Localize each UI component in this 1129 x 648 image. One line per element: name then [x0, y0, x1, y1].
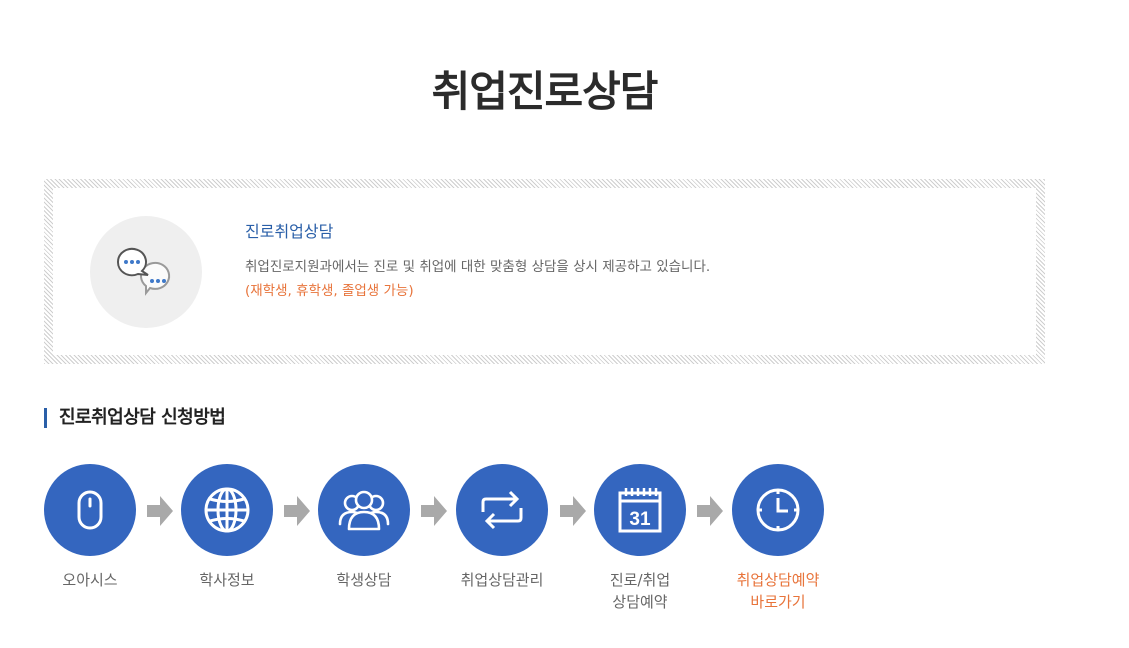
step-circle[interactable] — [44, 464, 136, 556]
page-title: 취업진로상담 — [431, 67, 659, 116]
step-label: 오아시스 — [62, 571, 118, 589]
intro-note: (재학생, 휴학생, 졸업생 가능) — [245, 283, 414, 299]
intro-description: 취업진로지원과에서는 진로 및 취업에 대한 맞춤형 상담을 상시 제공하고 있… — [245, 259, 711, 275]
arrow-right-icon — [421, 496, 447, 526]
calendar-day: 31 — [629, 509, 651, 530]
clock-icon — [756, 488, 800, 532]
step-circle[interactable]: 31 — [594, 464, 686, 556]
arrow-right-icon — [284, 496, 310, 526]
step-circle[interactable] — [318, 464, 410, 556]
intro-heading: 진로취업상담 — [245, 222, 334, 241]
step-label: 학사정보 — [199, 571, 255, 589]
chat-bubbles-icon — [90, 216, 202, 328]
arrow-right-icon — [147, 496, 173, 526]
step-circle[interactable] — [456, 464, 548, 556]
step-label: 학생상담 — [336, 571, 392, 589]
intro-box: 진로취업상담 취업진로지원과에서는 진로 및 취업에 대한 맞춤형 상담을 상시… — [44, 179, 1045, 364]
intro-inner: 진로취업상담 취업진로지원과에서는 진로 및 취업에 대한 맞춤형 상담을 상시… — [53, 188, 1036, 355]
step-label: 취업상담관리 — [460, 571, 544, 589]
step-student-counsel[interactable]: 학생상담 — [318, 464, 410, 591]
calendar-icon: 31 — [618, 488, 662, 533]
globe-icon — [204, 487, 250, 533]
mouse-icon — [77, 490, 103, 530]
step-career-counsel-manage[interactable]: 취업상담관리 — [456, 464, 548, 591]
step-label-link[interactable]: 취업상담예약 바로가기 — [708, 569, 848, 613]
step-career-reservation[interactable]: 31 진로/취업 상담예약 — [594, 464, 686, 613]
step-circle[interactable] — [732, 464, 824, 556]
section-title: 진로취업상담 신청방법 — [44, 408, 226, 428]
step-reservation-shortcut[interactable]: 취업상담예약 바로가기 — [732, 464, 824, 613]
arrow-right-icon — [560, 496, 586, 526]
arrow-right-icon — [697, 496, 723, 526]
people-icon — [338, 490, 390, 531]
step-academic-info[interactable]: 학사정보 — [181, 464, 273, 591]
repeat-icon — [481, 490, 523, 530]
step-oasis[interactable]: 오아시스 — [44, 464, 136, 591]
step-circle[interactable] — [181, 464, 273, 556]
step-label: 진로/취업 상담예약 — [609, 571, 671, 611]
